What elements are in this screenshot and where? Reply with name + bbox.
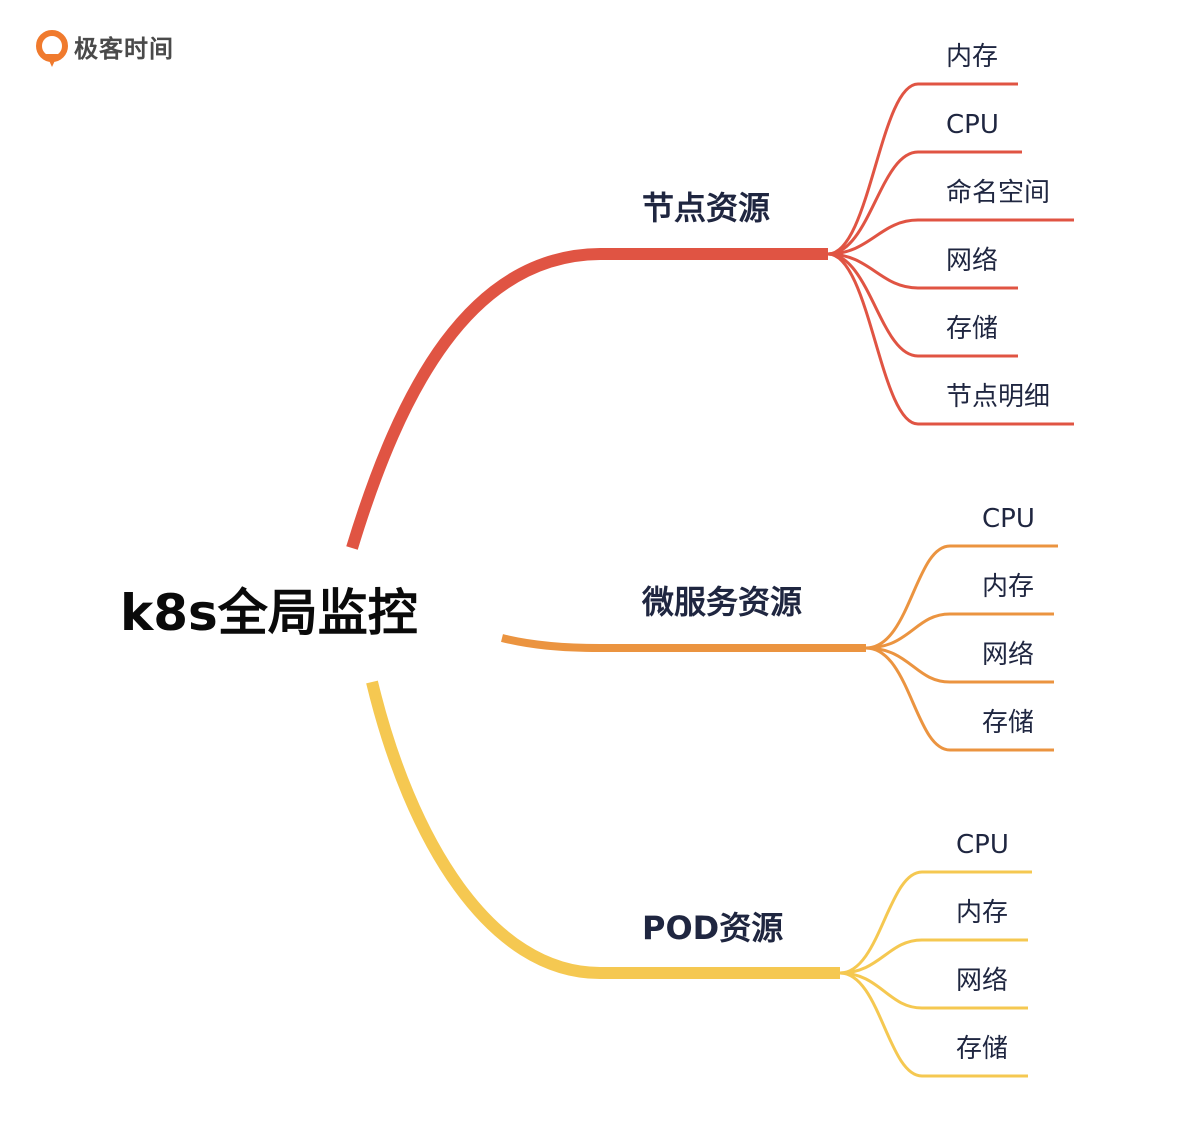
leaf-node-namespace: 命名空间: [946, 178, 1051, 208]
leaf-node-cpu: CPU: [946, 110, 999, 140]
leaf-node-details: 节点明细: [946, 382, 1051, 412]
leaf-node-storage: 存储: [946, 314, 999, 344]
leaf-pod-storage: 存储: [956, 1034, 1009, 1064]
leaf-microservice-cpu: CPU: [982, 504, 1035, 534]
branch-node-resources: 节点资源: [642, 189, 771, 227]
logo-icon: [36, 30, 68, 67]
leaf-microservice-storage: 存储: [982, 708, 1035, 738]
logo: 极客时间: [36, 30, 174, 68]
connector-microservice-resources: [501, 634, 866, 652]
leaf-node-memory: 内存: [946, 42, 999, 72]
logo-text: 极客时间: [74, 35, 174, 63]
leaf-node-network: 网络: [946, 246, 999, 276]
connector-node-resources: [346, 248, 828, 550]
root-topic: k8s全局监控: [120, 584, 418, 642]
branch-pod-resources: POD资源: [642, 909, 784, 947]
leaf-pod-memory: 内存: [956, 898, 1009, 928]
branch-microservice-resources: 微服务资源: [642, 583, 803, 621]
leaf-microservice-memory: 内存: [982, 572, 1035, 602]
leaf-microservice-network: 网络: [982, 640, 1035, 670]
leaf-pod-cpu: CPU: [956, 830, 1009, 860]
leaf-pod-network: 网络: [956, 966, 1009, 996]
